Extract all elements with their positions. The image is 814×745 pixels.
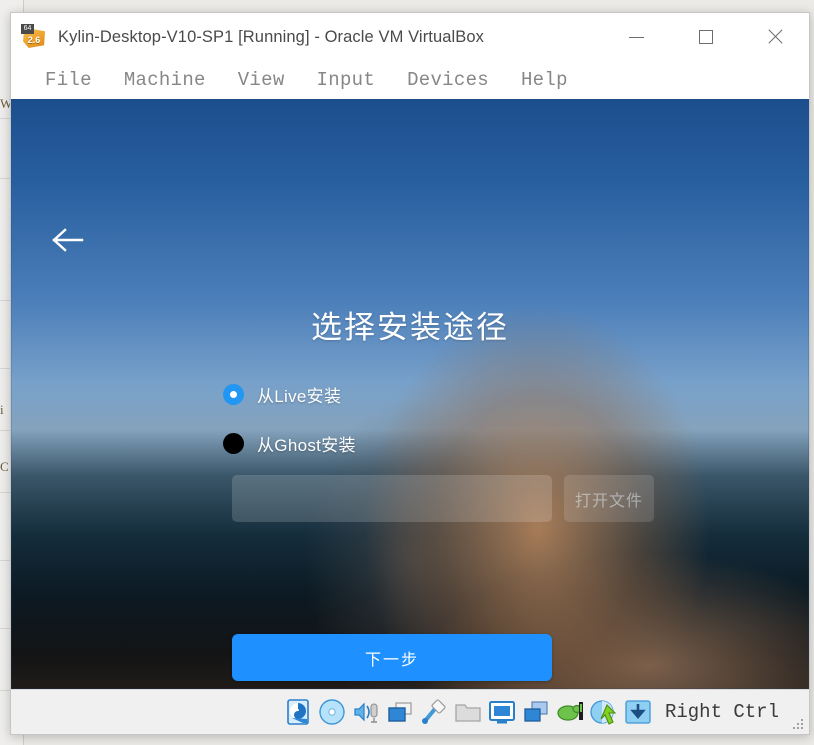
host-key-label: Right Ctrl — [664, 701, 779, 723]
menu-bar: File Machine View Input Devices Help — [11, 61, 809, 99]
close-icon — [767, 29, 783, 45]
radio-label-live: 从Live安装 — [257, 387, 342, 406]
radio-label-ghost: 从Ghost安装 — [257, 436, 356, 455]
icon-arch-badge: 64 — [21, 24, 34, 34]
window-titlebar: 64 2.6 Kylin-Desktop-V10-SP1 [Running] -… — [11, 13, 809, 61]
open-file-button[interactable]: 打开文件 — [564, 475, 654, 522]
desktop-background: WiC 64 2.6 Kylin-Desktop-V10-SP1 [Runnin… — [0, 0, 814, 745]
installer-wizard: 选择安装途径 从Live安装 从Ghost安装 打开文件 下一步 — [11, 99, 809, 689]
menu-file[interactable]: File — [29, 69, 108, 91]
icon-version-label: 2.6 — [27, 35, 41, 45]
close-button[interactable] — [740, 13, 809, 61]
optical-disk-icon[interactable] — [317, 697, 347, 727]
virtualbox-status-bar: Right Ctrl — [11, 689, 809, 734]
virtualbox-window: 64 2.6 Kylin-Desktop-V10-SP1 [Running] -… — [10, 12, 810, 735]
menu-input[interactable]: Input — [301, 69, 392, 91]
radio-dot — [230, 391, 237, 398]
guest-additions-icon[interactable] — [555, 697, 585, 727]
page-title: 选择安装途径 — [311, 310, 509, 345]
vm-guest-screen[interactable]: 选择安装途径 从Live安装 从Ghost安装 打开文件 下一步 — [11, 99, 809, 689]
maximize-button[interactable] — [671, 13, 740, 61]
menu-view[interactable]: View — [222, 69, 301, 91]
hard-disk-icon[interactable] — [283, 697, 313, 727]
arrow-left-icon[interactable] — [45, 217, 91, 263]
keyboard-capture-icon[interactable] — [623, 697, 653, 727]
radio-option-live[interactable]: 从Live安装 — [223, 382, 341, 407]
window-controls — [602, 13, 809, 61]
ghost-path-row: 打开文件 — [232, 475, 654, 522]
minimize-button[interactable] — [602, 13, 671, 61]
video-capture-icon[interactable] — [521, 697, 551, 727]
virtualbox-icon: 64 2.6 — [21, 24, 47, 50]
window-title: Kylin-Desktop-V10-SP1 [Running] - Oracle… — [58, 27, 485, 46]
ghost-path-input[interactable] — [232, 475, 552, 522]
minimize-icon — [629, 36, 644, 38]
mouse-integration-icon[interactable] — [589, 697, 619, 727]
menu-machine[interactable]: Machine — [108, 69, 222, 91]
usb-icon[interactable] — [419, 697, 449, 727]
audio-icon[interactable] — [351, 697, 381, 727]
radio-indicator-ghost[interactable] — [223, 433, 244, 454]
resize-grip[interactable] — [793, 719, 805, 731]
maximize-icon — [698, 30, 713, 44]
shared-folders-icon[interactable] — [453, 697, 483, 727]
radio-option-ghost[interactable]: 从Ghost安装 — [223, 431, 356, 456]
next-step-button[interactable]: 下一步 — [232, 634, 552, 681]
menu-help[interactable]: Help — [505, 69, 584, 91]
display-icon[interactable] — [487, 697, 517, 727]
radio-indicator-live[interactable] — [223, 384, 244, 405]
menu-devices[interactable]: Devices — [391, 69, 505, 91]
network-icon[interactable] — [385, 697, 415, 727]
